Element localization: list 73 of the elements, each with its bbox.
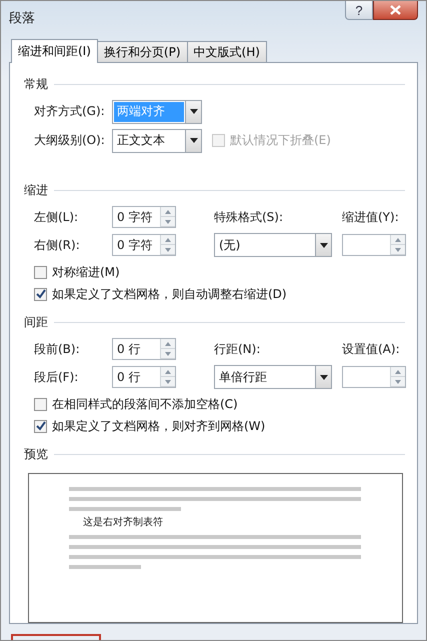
field-label: 缩进值(Y): <box>342 208 400 226</box>
dropdown-field[interactable]: 单倍行距 <box>214 365 332 389</box>
close-icon <box>390 5 401 15</box>
up-arrow-icon <box>395 370 401 374</box>
spin-down-button[interactable] <box>161 217 175 227</box>
field-label: 左侧(L): <box>34 208 80 226</box>
spin-up-button[interactable] <box>161 235 175 245</box>
section-title: 常规 <box>24 76 48 92</box>
spin-up-button[interactable] <box>161 367 175 377</box>
up-arrow-icon <box>165 342 171 346</box>
spin-up-button[interactable] <box>391 235 405 245</box>
down-arrow-icon <box>165 380 171 384</box>
up-arrow-icon <box>165 210 171 214</box>
dropdown-arrow-icon <box>320 242 328 248</box>
up-arrow-icon <box>395 238 401 242</box>
checkbox[interactable] <box>34 266 47 278</box>
window-title: 段落 <box>9 10 35 27</box>
dropdown-button[interactable] <box>185 100 201 122</box>
tab[interactable]: 换行和分页(P) <box>96 41 188 62</box>
spinner-field[interactable]: 0 字符 <box>112 234 176 256</box>
checkbox-label[interactable]: 在相同样式的段落间不添加空格(C) <box>34 393 405 415</box>
help-button[interactable]: ? <box>345 1 373 20</box>
spin-down-button[interactable] <box>161 377 175 387</box>
spin-up-button[interactable] <box>161 339 175 349</box>
checkmark-icon <box>36 289 46 299</box>
down-arrow-icon <box>165 352 171 356</box>
tab[interactable]: 缩进和间距(I) <box>11 39 98 63</box>
dropdown-arrow-icon <box>320 374 328 380</box>
field-label: 段前(B): <box>34 340 81 358</box>
preview-sample-text: 这是右对齐制表符 <box>82 517 164 529</box>
field-label: 设置值(A): <box>342 340 401 358</box>
checkbox-label[interactable]: 如果定义了文档网格，则对齐到网格(W) <box>34 415 405 437</box>
spinner-field[interactable]: 0 行 <box>112 366 176 388</box>
checkbox-label[interactable]: 对称缩进(M) <box>34 261 405 283</box>
dropdown-arrow-icon <box>190 138 198 143</box>
field-label: 段后(F): <box>34 368 80 386</box>
spin-up-button[interactable] <box>161 207 175 217</box>
dropdown-field[interactable]: 正文文本 <box>112 128 202 152</box>
dropdown-field[interactable]: (无) <box>214 233 332 257</box>
spin-down-button[interactable] <box>391 377 405 387</box>
section-title: 间距 <box>24 314 48 330</box>
up-arrow-icon <box>165 370 171 374</box>
checkbox-label[interactable]: 如果定义了文档网格，则自动调整右缩进(D) <box>34 283 405 305</box>
down-arrow-icon <box>165 248 171 252</box>
spinner-field[interactable] <box>342 234 406 256</box>
field-label: 特殊格式(S): <box>214 208 284 226</box>
checkbox[interactable] <box>34 288 47 300</box>
spin-down-button[interactable] <box>161 245 175 255</box>
down-arrow-icon <box>165 220 171 224</box>
up-arrow-icon <box>165 238 171 242</box>
down-arrow-icon <box>395 380 401 384</box>
field-label: 大纲级别(O): <box>34 132 106 149</box>
spin-down-button[interactable] <box>391 245 405 255</box>
down-arrow-icon <box>395 248 401 252</box>
dropdown-button[interactable] <box>185 130 201 152</box>
dropdown-button[interactable] <box>315 234 331 256</box>
close-button[interactable] <box>373 1 418 20</box>
section-title: 预览 <box>24 446 48 462</box>
spinner-field[interactable]: 0 字符 <box>112 206 176 228</box>
tab[interactable]: 中文版式(H) <box>186 41 267 62</box>
field-label: 行距(N): <box>214 340 262 358</box>
spinner-field[interactable] <box>342 366 406 388</box>
field-label: 右侧(R): <box>34 236 81 254</box>
dropdown-arrow-icon <box>190 109 198 114</box>
section-title: 缩进 <box>24 182 48 198</box>
checkbox[interactable] <box>34 398 47 410</box>
field-label: 对齐方式(G): <box>34 103 106 120</box>
spin-down-button[interactable] <box>161 349 175 359</box>
spinner-field[interactable]: 0 行 <box>112 338 176 360</box>
dropdown-button[interactable] <box>315 366 331 388</box>
checkmark-icon <box>36 421 46 431</box>
checkbox[interactable] <box>34 420 47 432</box>
spin-up-button[interactable] <box>391 367 405 377</box>
